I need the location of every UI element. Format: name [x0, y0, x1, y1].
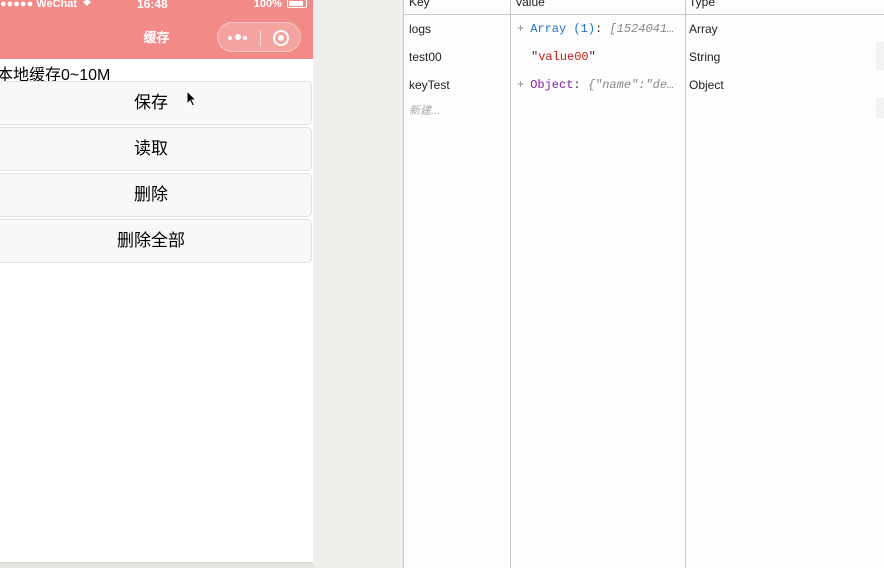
navigation-bar: 缓存: [0, 11, 313, 59]
key-column-header[interactable]: Key: [409, 0, 430, 9]
row-test00-type[interactable]: String: [689, 50, 720, 64]
column-divider[interactable]: [685, 0, 686, 568]
row-test00-key[interactable]: test00: [409, 50, 442, 64]
row-logs-value[interactable]: + Array (1): [1524041…: [517, 22, 683, 36]
battery-status: 100%: [254, 0, 307, 10]
column-divider[interactable]: [510, 0, 511, 568]
simulator-bottom-edge: [0, 562, 313, 568]
value-preview-key: "name": [595, 78, 639, 92]
battery-icon: [287, 0, 307, 8]
devtools-window: ●●●●● WeChat 16:48 100% 缓存 本地缓存0~10M 保存 …: [0, 0, 884, 568]
carrier-signal: ●●●●● WeChat: [0, 0, 92, 10]
array-length: (1): [573, 22, 596, 36]
string-value: value00: [538, 50, 589, 64]
phone-simulator: ●●●●● WeChat 16:48 100% 缓存 本地缓存0~10M 保存 …: [0, 0, 313, 568]
mouse-cursor-icon: [186, 89, 198, 108]
read-button[interactable]: 读取: [0, 127, 312, 171]
status-bar: ●●●●● WeChat 16:48 100%: [0, 0, 313, 11]
storage-header-row: Key Value Type: [404, 0, 884, 15]
value-preview: [1524041…: [609, 22, 675, 36]
delete-all-button[interactable]: 删除全部: [0, 219, 312, 263]
row-logs-type[interactable]: Array: [689, 22, 718, 36]
type-column-header[interactable]: Type: [689, 0, 715, 9]
expand-icon[interactable]: +: [517, 22, 524, 36]
delete-button[interactable]: 删除: [0, 173, 312, 217]
row-logs-key[interactable]: logs: [409, 22, 431, 36]
scrollbar-track[interactable]: [876, 98, 884, 118]
value-preview: "de…: [645, 78, 675, 92]
wifi-icon: [82, 0, 92, 10]
row-keytest-key[interactable]: keyTest: [409, 78, 450, 92]
row-test00-value[interactable]: "value00": [531, 50, 596, 64]
carrier-label: ●●●●● WeChat: [0, 0, 78, 10]
battery-percent: 100%: [253, 0, 282, 10]
save-button[interactable]: 保存: [0, 81, 312, 125]
status-time: 16:48: [137, 0, 168, 11]
value-type-label: Array: [530, 22, 567, 36]
capsule-divider: [260, 30, 261, 46]
close-miniprogram-icon[interactable]: [272, 29, 290, 47]
value-column-header[interactable]: Value: [515, 0, 545, 9]
more-icon[interactable]: [226, 29, 252, 45]
row-keytest-type[interactable]: Object: [689, 78, 724, 92]
value-type-label: Object: [530, 78, 574, 92]
menu-capsule: [217, 22, 301, 52]
expand-icon[interactable]: +: [517, 78, 524, 92]
new-item-placeholder[interactable]: 新建...: [409, 102, 440, 118]
scrollbar-track[interactable]: [876, 42, 884, 70]
row-keytest-value[interactable]: + Object: {"name":"de…: [517, 78, 683, 92]
storage-inspector: Key Value Type logs + Array (1): [1524041…: [403, 0, 884, 568]
